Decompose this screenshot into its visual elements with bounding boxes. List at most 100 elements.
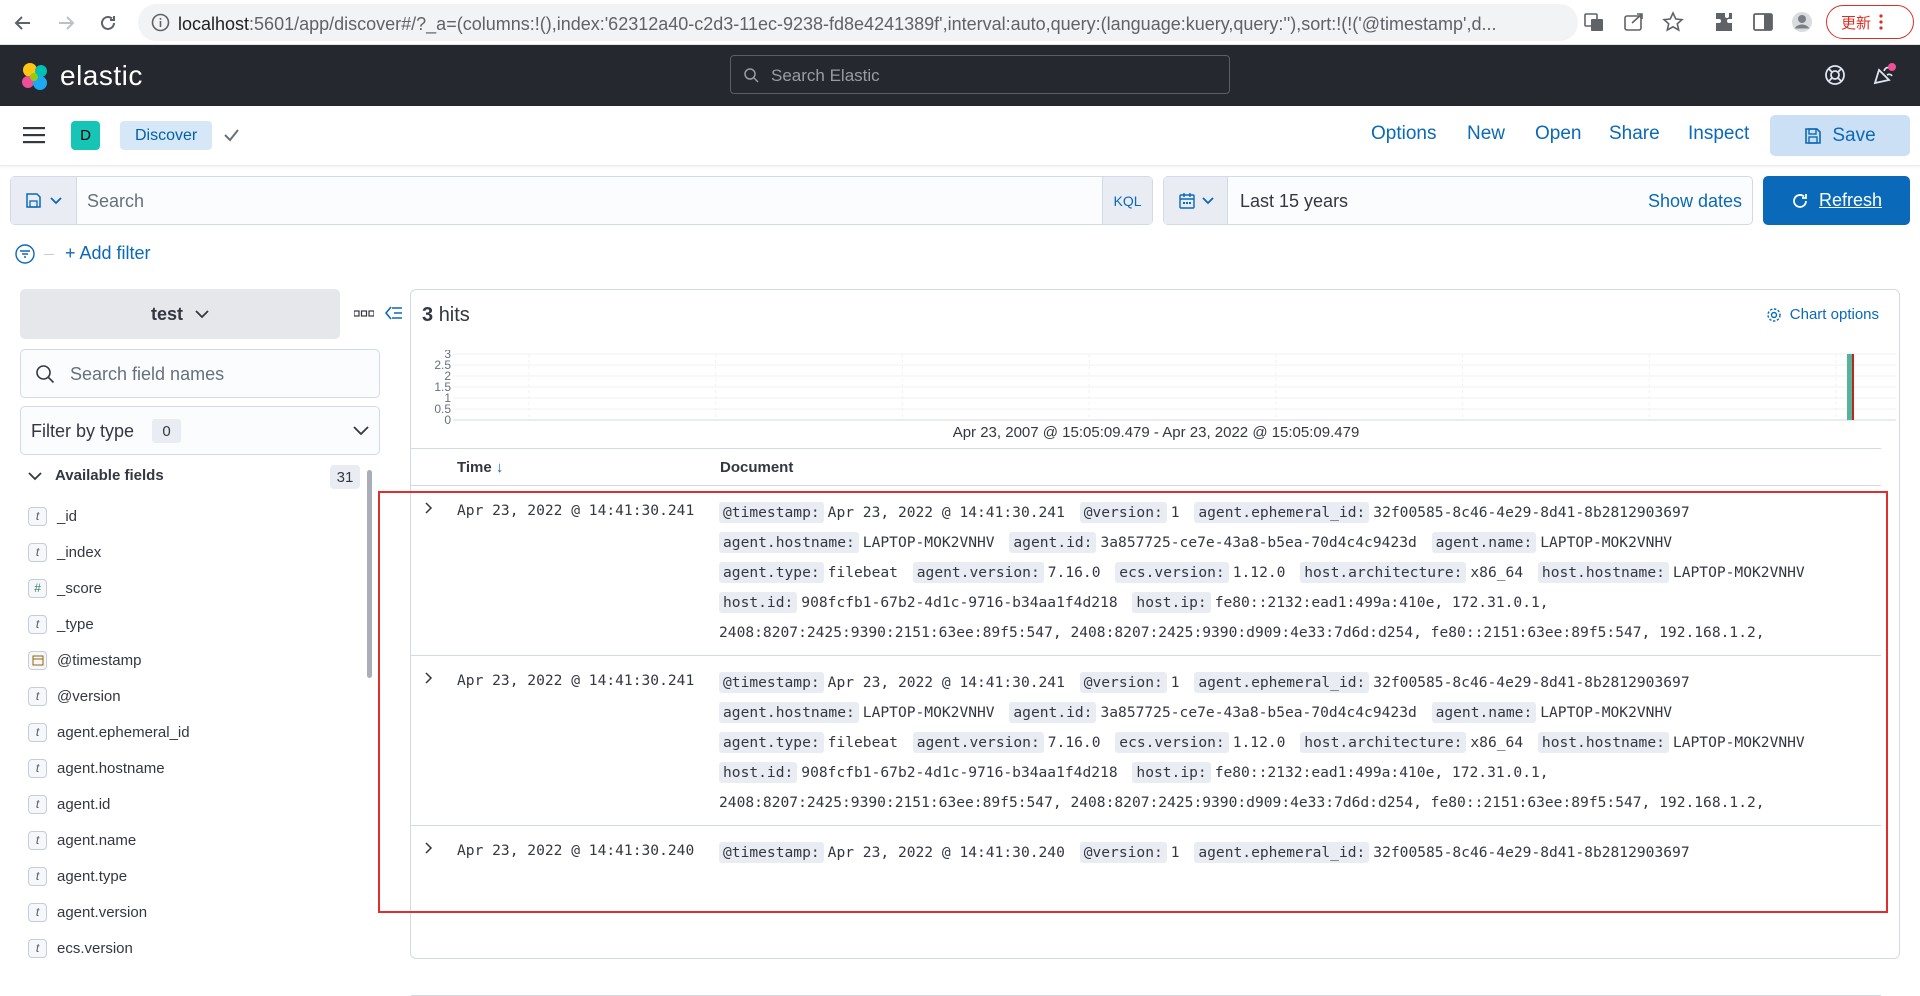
news-feed-icon[interactable] — [1870, 61, 1898, 89]
string-type-icon: t — [28, 614, 47, 634]
chevron-down-icon — [28, 472, 42, 481]
reload-icon[interactable] — [95, 10, 121, 36]
available-fields-label: Available fields — [55, 467, 164, 484]
filter-count-badge: 0 — [152, 419, 181, 443]
more-options-icon[interactable] — [354, 310, 374, 318]
field-search-input[interactable]: Search field names — [20, 349, 380, 398]
field-item[interactable]: t agent.hostname — [28, 750, 358, 786]
hits-counter: 3 hits — [422, 304, 470, 327]
bookmark-star-icon[interactable] — [1661, 10, 1685, 34]
field-name: _score — [57, 579, 103, 597]
string-type-icon: t — [28, 542, 47, 562]
field-name: @version — [57, 687, 121, 705]
date-type-icon — [28, 650, 47, 670]
now-marker — [1852, 354, 1854, 420]
string-type-icon: t — [28, 902, 47, 922]
sidebar-scrollbar[interactable] — [367, 470, 372, 678]
field-item[interactable]: t @version — [28, 678, 358, 714]
chevron-down-icon — [1201, 196, 1214, 204]
options-link[interactable]: Options — [1371, 123, 1436, 145]
field-item[interactable]: # _score — [28, 570, 358, 606]
address-bar[interactable]: localhost:5601/app/discover#/?_a=(column… — [138, 4, 1578, 41]
save-button[interactable]: Save — [1770, 115, 1910, 156]
elastic-logo-icon[interactable] — [19, 61, 51, 93]
field-item[interactable]: @timestamp — [28, 642, 358, 678]
info-icon[interactable] — [151, 13, 170, 32]
space-avatar[interactable]: D — [71, 121, 100, 150]
field-item[interactable]: t _id — [28, 498, 358, 534]
string-type-icon: t — [28, 686, 47, 706]
field-item[interactable]: t _index — [28, 534, 358, 570]
time-column-header[interactable]: Time ↓ — [457, 459, 503, 476]
field-item[interactable]: t ecs.version — [28, 930, 358, 966]
share-page-icon[interactable] — [1622, 10, 1646, 34]
string-type-icon: t — [28, 506, 47, 526]
field-item[interactable]: t agent.name — [28, 822, 358, 858]
new-link[interactable]: New — [1467, 123, 1505, 145]
kql-toggle[interactable]: KQL — [1102, 177, 1152, 224]
extensions-icon[interactable] — [1712, 10, 1736, 34]
calendar-icon — [1178, 192, 1195, 209]
field-item[interactable]: t _type — [28, 606, 358, 642]
query-input[interactable]: Search — [87, 191, 144, 212]
refresh-button[interactable]: Refresh — [1763, 176, 1910, 225]
histogram-bar — [1847, 354, 1852, 420]
field-item[interactable]: t agent.version — [28, 894, 358, 930]
side-panel-icon[interactable] — [1751, 10, 1775, 34]
field-name: @timestamp — [57, 651, 142, 669]
string-type-icon: t — [28, 938, 47, 958]
help-icon[interactable] — [1823, 63, 1847, 87]
quick-date-button[interactable] — [1164, 177, 1228, 224]
open-link[interactable]: Open — [1535, 123, 1581, 145]
filter-by-type-button[interactable]: Filter by type 0 — [20, 406, 380, 455]
string-type-icon: t — [28, 830, 47, 850]
translate-icon[interactable] — [1582, 10, 1606, 34]
browser-toolbar: localhost:5601/app/discover#/?_a=(column… — [0, 0, 1920, 45]
profile-icon[interactable] — [1790, 10, 1814, 34]
sort-arrow-icon[interactable]: ↓ — [496, 459, 504, 476]
field-list: t _id t _index # _score t _type @timestamp t @vers… — [28, 498, 358, 966]
field-item[interactable]: t agent.id — [28, 786, 358, 822]
string-type-icon: t — [28, 794, 47, 814]
string-type-icon: t — [28, 722, 47, 742]
save-label: Save — [1832, 124, 1876, 146]
forward-icon[interactable] — [53, 10, 79, 36]
index-pattern-picker[interactable]: test — [20, 289, 340, 339]
collapse-sidebar-icon[interactable] — [385, 305, 403, 321]
update-button[interactable]: 更新 — [1826, 5, 1914, 39]
number-type-icon: # — [28, 578, 47, 598]
refresh-icon — [1793, 193, 1807, 208]
back-icon[interactable] — [10, 10, 36, 36]
filter-row — [14, 240, 54, 268]
brand-name[interactable]: elastic — [60, 60, 143, 92]
date-range-label[interactable]: Last 15 years — [1240, 191, 1348, 212]
breadcrumb-label: Discover — [135, 126, 198, 144]
histogram-chart[interactable]: 32.521.510.502008-01-012010-01-012012-01… — [411, 350, 1901, 426]
hits-label: hits — [438, 304, 470, 326]
inspect-link[interactable]: Inspect — [1688, 123, 1749, 145]
breadcrumb[interactable]: Discover — [120, 121, 213, 150]
add-filter-button[interactable]: + Add filter — [65, 243, 151, 264]
field-name: _index — [57, 543, 102, 561]
chart-options-button[interactable]: Chart options — [1766, 306, 1879, 323]
global-search-input[interactable]: Search Elastic — [730, 55, 1230, 94]
available-fields-count: 31 — [330, 465, 360, 489]
field-item[interactable]: t agent.type — [28, 858, 358, 894]
document-column-header: Document — [720, 459, 794, 476]
menu-icon[interactable] — [23, 125, 45, 145]
available-fields-header[interactable]: Available fields 31 — [26, 465, 360, 489]
saved-query-button[interactable] — [11, 177, 77, 224]
field-item[interactable]: t agent.ephemeral_id — [28, 714, 358, 750]
field-name: ecs.version — [57, 939, 133, 957]
field-name: agent.name — [57, 831, 137, 849]
selection-highlight — [378, 491, 1888, 913]
field-name: _type — [57, 615, 94, 633]
chevron-down-icon — [195, 309, 209, 318]
filter-menu-icon[interactable] — [14, 243, 36, 265]
global-search-placeholder: Search Elastic — [771, 66, 880, 85]
share-link[interactable]: Share — [1609, 123, 1660, 145]
app-subheader: D Discover Options New Open Share Inspec… — [0, 106, 1920, 166]
query-bar: Search KQL — [10, 176, 1153, 225]
gear-icon — [1767, 307, 1781, 322]
show-dates-link[interactable]: Show dates — [1648, 191, 1742, 212]
